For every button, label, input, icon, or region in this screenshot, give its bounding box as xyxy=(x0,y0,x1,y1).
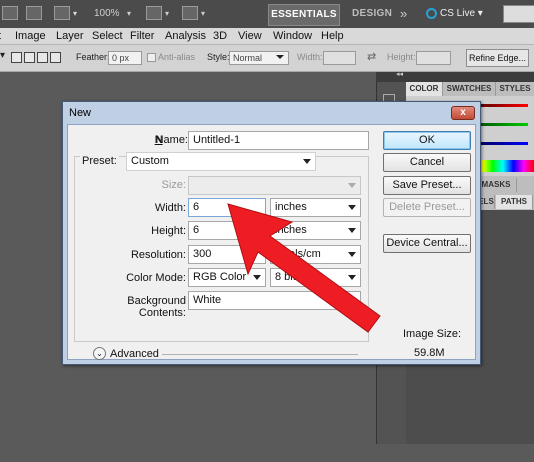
arrow-shape xyxy=(227,203,381,333)
red-annotation-arrow xyxy=(227,203,381,333)
workspace-bottom xyxy=(0,444,534,462)
